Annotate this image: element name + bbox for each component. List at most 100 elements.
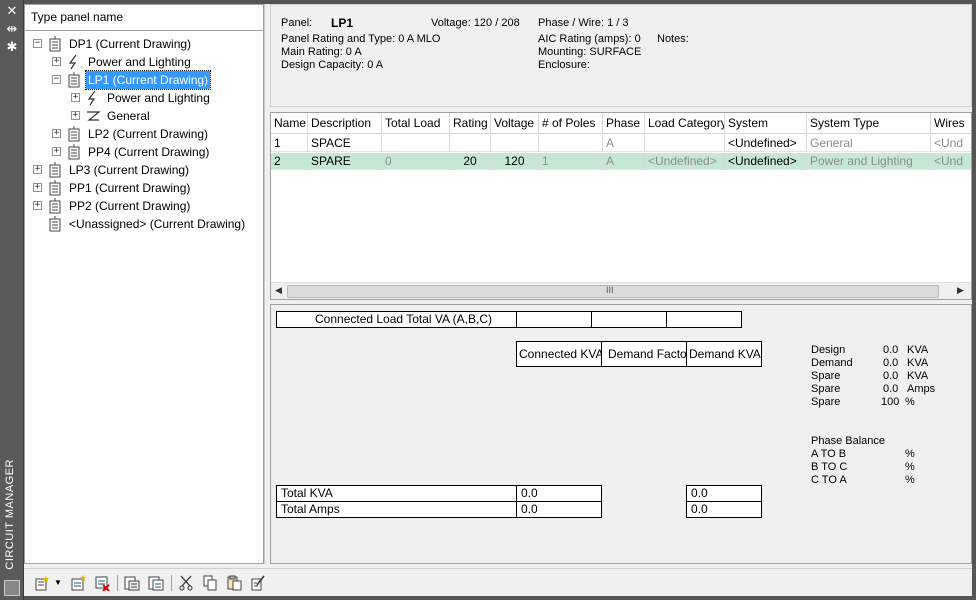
cell-system[interactable]: <Undefined> (725, 153, 807, 170)
circuit-manager: Type panel name − DP1 (Current Drawing) … (24, 4, 972, 596)
panel-icon (68, 144, 80, 160)
expand-icon[interactable]: + (52, 129, 61, 138)
tree-node-lp1-power-lighting[interactable]: + Power and Lighting (25, 89, 263, 107)
new-panel-icon[interactable] (34, 575, 50, 591)
column-header-phase[interactable]: Phase (603, 113, 645, 134)
dropdown-arrow-icon[interactable]: ▼ (54, 578, 62, 587)
column-header-load-category[interactable]: Load Category (645, 113, 725, 134)
stat-value: 100 (881, 396, 900, 408)
tree-node-label: LP1 (Current Drawing) (84, 70, 212, 90)
scroll-left-icon[interactable]: ◀ (275, 285, 282, 296)
tree-node-lp2[interactable]: + LP2 (Current Drawing) (25, 125, 263, 143)
column-header-description[interactable]: Description (308, 113, 382, 134)
stat-label: Spare (811, 370, 841, 382)
close-icon[interactable]: ✕ (3, 4, 21, 20)
cell-system[interactable]: <Undefined> (725, 135, 807, 152)
table-row[interactable]: 2 SPARE 0 20 120 1 A <Undefined> <Undefi… (271, 153, 971, 170)
collapse-icon[interactable]: − (52, 75, 61, 84)
panel-tree-pane: Type panel name − DP1 (Current Drawing) … (24, 4, 264, 564)
column-header-voltage[interactable]: Voltage (491, 113, 539, 134)
scroll-right-icon[interactable]: ▶ (957, 285, 964, 296)
tree-node-pp4[interactable]: + PP4 (Current Drawing) (25, 143, 263, 161)
connected-load-b (591, 311, 667, 328)
cell-load-category[interactable] (645, 135, 725, 152)
cell-description[interactable]: SPARE (308, 153, 382, 170)
copy-icon[interactable] (202, 575, 218, 591)
expand-icon[interactable]: + (52, 57, 61, 66)
cell-system-type[interactable]: General (807, 135, 931, 152)
tree-node-label: Power and Lighting (107, 91, 210, 105)
cell-rating[interactable] (450, 135, 491, 152)
cell-poles[interactable] (539, 135, 603, 152)
expand-icon[interactable]: + (71, 93, 80, 102)
table-row[interactable]: 1 SPACE A <Undefined> General <Und (271, 135, 971, 152)
column-header-system-type[interactable]: System Type (807, 113, 931, 134)
new-circuit-icon[interactable] (70, 575, 86, 591)
expand-icon[interactable]: + (52, 147, 61, 156)
cell-phase[interactable]: A (603, 135, 645, 152)
tree-node-lp1-general[interactable]: + General (25, 107, 263, 125)
expand-icon[interactable]: + (33, 201, 42, 210)
grip-icon: III (606, 285, 614, 295)
circuit-grid: Name Description Total Load Rating Volta… (270, 112, 972, 300)
panel-schedule-icon[interactable] (124, 575, 140, 591)
tree-node-pp1[interactable]: + PP1 (Current Drawing) (25, 179, 263, 197)
stat-value: 0.0 (883, 344, 899, 356)
panel-info: Panel: LP1 Voltage: 120 / 208 Phase / Wi… (270, 4, 972, 107)
column-header-rating[interactable]: Rating (450, 113, 491, 134)
column-header-total-load[interactable]: Total Load (382, 113, 450, 134)
column-header-name[interactable]: Name (271, 113, 308, 134)
stat-label: Spare (811, 396, 841, 408)
cell-system-type[interactable]: Power and Lighting (807, 153, 931, 170)
tree-node-power-lighting[interactable]: + Power and Lighting (25, 53, 263, 71)
cell-poles[interactable]: 1 (539, 153, 603, 170)
tree-node-unassigned[interactable]: <Unassigned> (Current Drawing) (25, 215, 263, 233)
total-amps-connected: 0.0 (516, 501, 602, 518)
cell-voltage[interactable]: 120 (491, 153, 539, 170)
connected-kva-header: Connected KVA (516, 341, 604, 367)
column-header-poles[interactable]: # of Poles (539, 113, 603, 134)
properties-icon[interactable]: ✱ (3, 40, 21, 56)
expand-icon[interactable]: + (33, 183, 42, 192)
phase-wire-text: Phase / Wire: 1 / 3 (538, 17, 629, 29)
tree-node-label: <Unassigned> (Current Drawing) (69, 217, 246, 231)
edit-properties-icon[interactable] (250, 575, 266, 591)
panel-icon (68, 72, 80, 88)
column-header-wires[interactable]: Wires (931, 113, 971, 134)
total-kva-label: Total KVA (276, 485, 517, 502)
stat-unit: % (905, 396, 915, 408)
cell-description[interactable]: SPACE (308, 135, 382, 152)
cell-total-load (382, 135, 450, 152)
cell-voltage[interactable] (491, 135, 539, 152)
auto-hide-icon[interactable]: ⇹ (3, 22, 21, 38)
paste-icon[interactable] (226, 575, 242, 591)
cell-rating[interactable]: 20 (450, 153, 491, 170)
expand-icon[interactable]: + (71, 111, 80, 120)
cell-wires[interactable]: <Und (931, 153, 971, 170)
tree-node-lp1[interactable]: − LP1 (Current Drawing) (25, 70, 263, 90)
scrollbar-thumb[interactable]: III (287, 285, 939, 298)
panel-search-input[interactable]: Type panel name (25, 5, 263, 31)
delete-circuit-icon[interactable] (94, 575, 110, 591)
stat-unit: KVA (907, 344, 929, 356)
cell-wires[interactable]: <Und (931, 135, 971, 152)
expand-icon[interactable]: + (33, 165, 42, 174)
toolbar-separator (171, 575, 172, 591)
horizontal-scrollbar[interactable]: ◀ III ▶ (271, 282, 971, 299)
column-header-system[interactable]: System (725, 113, 807, 134)
tree-node-lp3[interactable]: + LP3 (Current Drawing) (25, 161, 263, 179)
tree-node-pp2[interactable]: + PP2 (Current Drawing) (25, 197, 263, 215)
cell-phase[interactable]: A (603, 153, 645, 170)
stat-unit: KVA (907, 370, 929, 382)
collapse-icon[interactable]: − (33, 39, 42, 48)
stat-value: 0.0 (883, 370, 899, 382)
cell-total-load: 0 (382, 153, 450, 170)
panel-tree: − DP1 (Current Drawing) + Power and Ligh… (25, 31, 263, 233)
cut-icon[interactable] (178, 575, 194, 591)
cell-load-category[interactable]: <Undefined> (645, 153, 725, 170)
circuit-report-icon[interactable] (148, 575, 164, 591)
palette-menu-icon[interactable] (4, 580, 20, 596)
tree-node-label: PP2 (Current Drawing) (69, 199, 191, 213)
cell-name: 1 (271, 135, 308, 152)
tree-node-dp1[interactable]: − DP1 (Current Drawing) (25, 35, 263, 53)
